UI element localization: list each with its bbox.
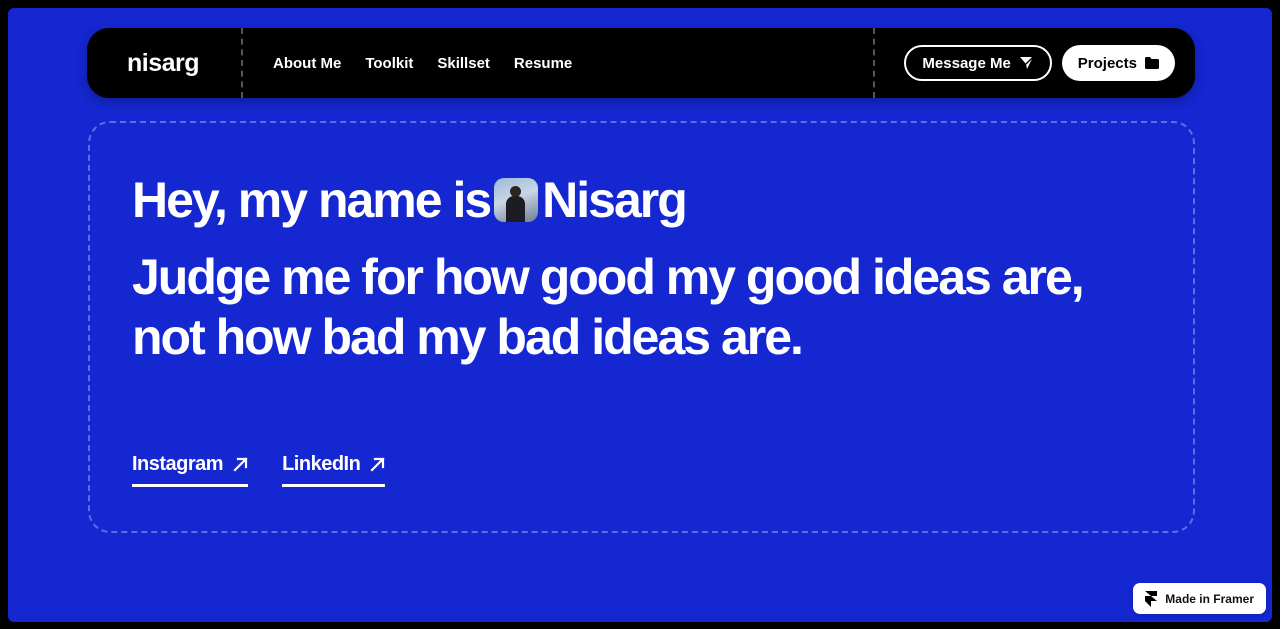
greeting-prefix: Hey, my name is	[132, 172, 492, 228]
nav-link-resume[interactable]: Resume	[514, 55, 572, 72]
instagram-link[interactable]: Instagram	[132, 453, 249, 487]
message-me-button[interactable]: Message Me	[904, 45, 1052, 81]
folder-icon	[1145, 57, 1159, 69]
linkedin-link[interactable]: LinkedIn	[282, 453, 386, 487]
page-frame: nisarg About Me Toolkit Skillset Resume …	[8, 8, 1272, 622]
nav-link-toolkit[interactable]: Toolkit	[365, 55, 413, 72]
projects-label: Projects	[1077, 54, 1137, 72]
nav-link-about-me[interactable]: About Me	[273, 55, 341, 72]
nav-link-skillset[interactable]: Skillset	[437, 55, 490, 72]
linkedin-label: LinkedIn	[282, 453, 361, 475]
greeting-name: Nisarg	[542, 172, 688, 228]
hero-card: Hey, my name is Nisarg Judge me for how …	[88, 121, 1195, 533]
arrow-up-right-icon	[370, 457, 385, 472]
top-navbar: nisarg About Me Toolkit Skillset Resume …	[87, 28, 1195, 98]
nav-actions: Message Me Projects	[875, 28, 1195, 98]
brand-logo[interactable]: nisarg	[87, 28, 243, 98]
projects-button[interactable]: Projects	[1061, 45, 1175, 81]
hero-quote: Judge me for how good my good ideas are,…	[132, 249, 1085, 365]
arrow-up-right-icon	[233, 457, 248, 472]
social-links: Instagram LinkedIn	[132, 453, 386, 487]
send-icon	[1019, 56, 1034, 70]
framer-icon	[1145, 590, 1158, 607]
made-in-framer-badge[interactable]: Made in Framer	[1133, 583, 1266, 614]
instagram-label: Instagram	[132, 453, 224, 475]
framer-badge-label: Made in Framer	[1165, 591, 1254, 606]
nav-links: About Me Toolkit Skillset Resume	[243, 28, 875, 98]
greeting-heading: Hey, my name is Nisarg	[132, 167, 688, 233]
message-me-label: Message Me	[922, 54, 1011, 72]
avatar	[494, 178, 539, 222]
